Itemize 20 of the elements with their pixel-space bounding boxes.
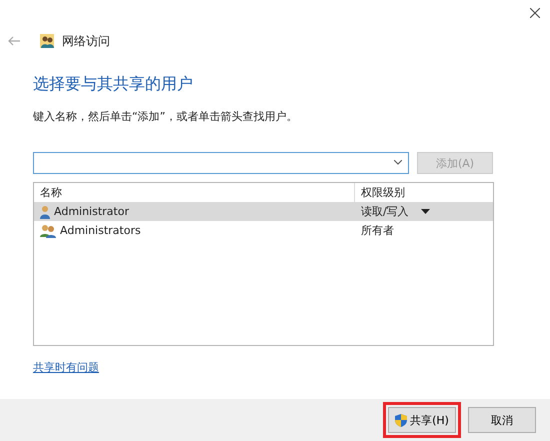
help-link[interactable]: 共享时有问题 xyxy=(33,360,99,375)
cancel-button[interactable]: 取消 xyxy=(468,407,536,433)
users-icon xyxy=(40,34,54,48)
share-button[interactable]: 共享(H) xyxy=(388,407,456,433)
instruction-text: 键入名称，然后单击“添加”，或者单击箭头查找用户。 xyxy=(33,109,298,124)
dropdown-arrow-icon[interactable] xyxy=(420,209,430,214)
shield-icon xyxy=(395,414,408,426)
table-cell: 读取/写入 xyxy=(355,202,493,221)
table-cell: Administrator xyxy=(34,202,355,221)
window-title: 网络访问 xyxy=(62,32,110,50)
table-cell-text: 所有者 xyxy=(360,223,395,239)
table-cell: Administrators xyxy=(34,221,355,240)
users-icon xyxy=(40,224,56,238)
close-icon[interactable] xyxy=(530,8,540,18)
column-header: 权限级别 xyxy=(360,185,406,201)
name-combo-field[interactable] xyxy=(33,152,409,174)
table-row[interactable]: Administrator 读取/写入 xyxy=(34,202,493,221)
page-heading: 选择要与其共享的用户 xyxy=(33,74,194,95)
table-row[interactable]: Administrators 所有者 xyxy=(34,221,493,240)
user-icon xyxy=(40,204,50,218)
